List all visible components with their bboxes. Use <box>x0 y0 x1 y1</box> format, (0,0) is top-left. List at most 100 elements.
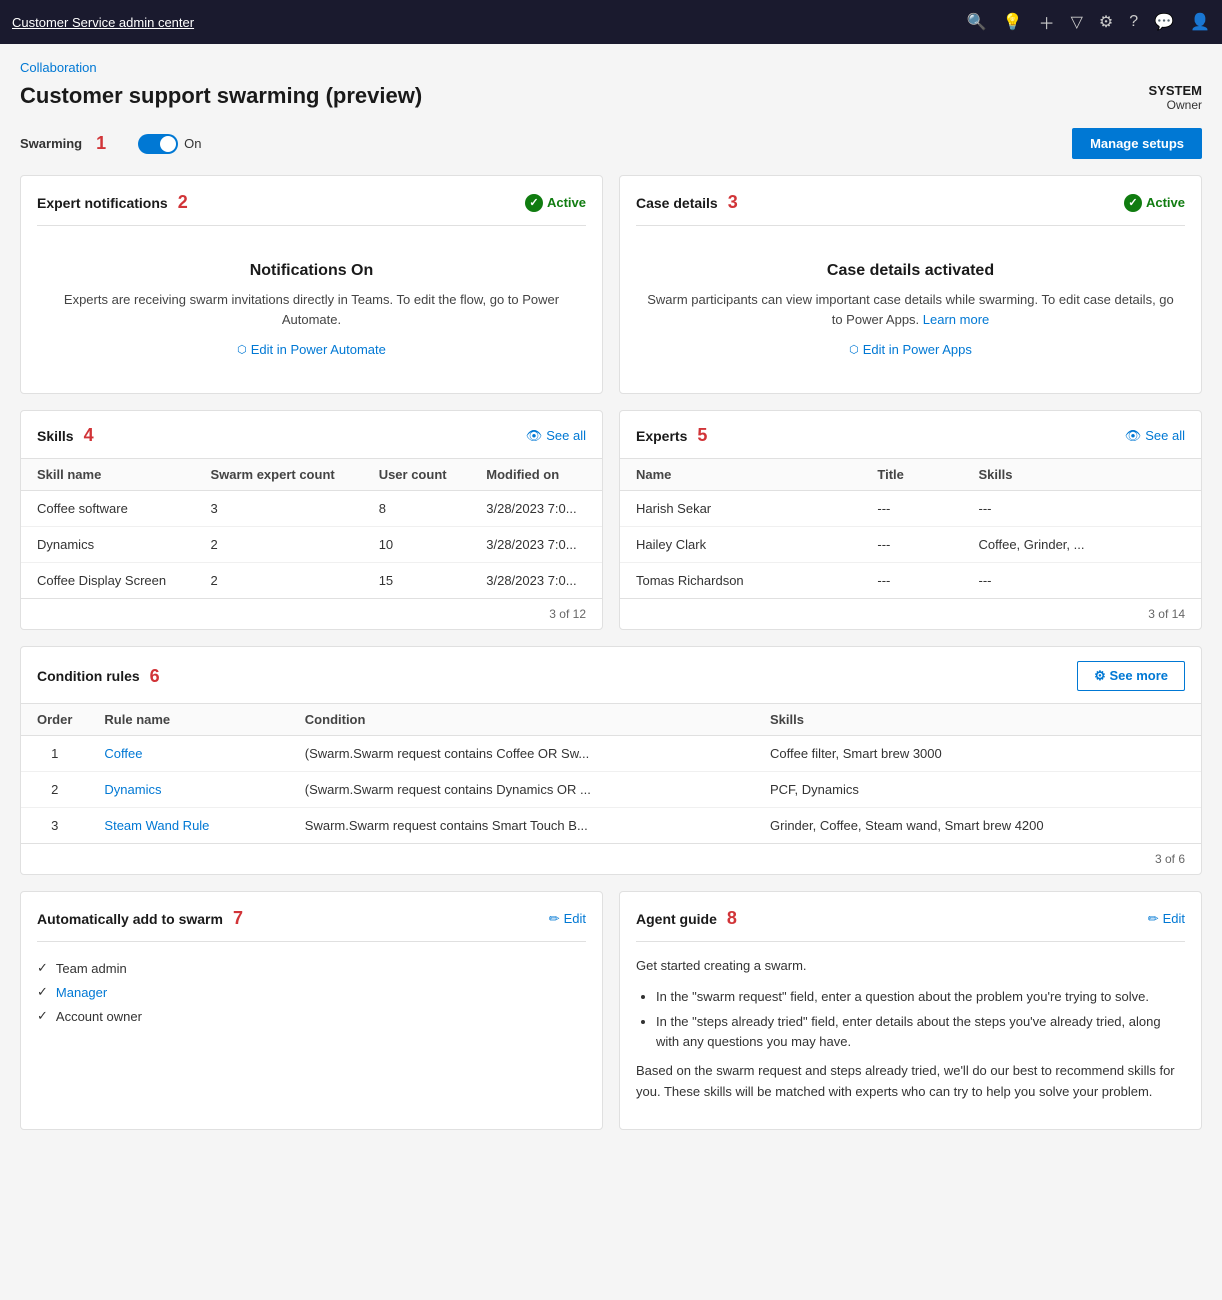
swarm-expert-count-header: Swarm expert count <box>194 459 362 491</box>
modified-on-cell: 3/28/2023 7:0... <box>470 527 602 563</box>
manager-link[interactable]: Manager <box>56 985 107 1000</box>
case-details-title: Case details 3 <box>636 192 738 213</box>
condition-rules-card: Condition rules 6 ⚙ See more Order Rule … <box>20 646 1202 875</box>
swarming-row: Swarming 1 On Manage setups <box>20 128 1202 159</box>
agent-guide-edit-link[interactable]: ✏ Edit <box>1148 911 1185 927</box>
condition-rules-header: Condition rules 6 ⚙ See more <box>21 647 1201 704</box>
modified-on-header: Modified on <box>470 459 602 491</box>
condition-rules-title: Condition rules 6 <box>37 666 160 687</box>
filter-icon[interactable]: ▽ <box>1071 12 1083 32</box>
rule-name-link[interactable]: Steam Wand Rule <box>104 818 209 833</box>
experts-header: Experts 5 👁 See all <box>620 411 1201 459</box>
lightbulb-icon[interactable]: 💡 <box>1003 12 1023 32</box>
system-owner: SYSTEM Owner <box>1149 83 1202 112</box>
chat-icon[interactable]: 💬 <box>1154 12 1174 32</box>
rule-condition-cell: (Swarm.Swarm request contains Dynamics O… <box>289 772 754 808</box>
rule-order-cell: 2 <box>21 772 88 808</box>
condition-rules-table: Order Rule name Condition Skills 1 Coffe… <box>21 704 1201 843</box>
swarming-toggle[interactable] <box>138 134 178 154</box>
rule-name-cell[interactable]: Steam Wand Rule <box>88 808 288 844</box>
settings-icon[interactable]: ⚙ <box>1099 12 1113 32</box>
table-row: Harish Sekar --- --- <box>620 491 1201 527</box>
manage-setups-button[interactable]: Manage setups <box>1072 128 1202 159</box>
auto-add-item-team-admin: ✓ Team admin <box>37 956 586 980</box>
skill-name-cell: Coffee software <box>21 491 194 527</box>
auto-add-item-account-owner: ✓ Account owner <box>37 1004 586 1028</box>
app-title[interactable]: Customer Service admin center <box>12 15 959 30</box>
table-row: 3 Steam Wand Rule Swarm.Swarm request co… <box>21 808 1201 844</box>
case-details-card: Case details 3 ✓ Active Case details act… <box>619 175 1202 394</box>
rule-order-cell: 1 <box>21 736 88 772</box>
expert-title-cell: --- <box>861 563 962 599</box>
agent-guide-card: Agent guide 8 ✏ Edit Get started creatin… <box>619 891 1202 1130</box>
help-icon[interactable]: ? <box>1129 13 1138 31</box>
edit-power-automate-link[interactable]: ⬡ Edit in Power Automate <box>237 342 386 357</box>
case-details-step: 3 <box>728 192 738 213</box>
modified-on-cell: 3/28/2023 7:0... <box>470 563 602 599</box>
name-header: Name <box>620 459 861 491</box>
skill-name-cell: Coffee Display Screen <box>21 563 194 599</box>
system-label: SYSTEM <box>1149 83 1202 98</box>
agent-guide-header: Agent guide 8 ✏ Edit <box>636 908 1185 942</box>
condition-rules-step: 6 <box>150 666 160 687</box>
active-check-icon: ✓ <box>525 194 543 212</box>
auto-add-header: Automatically add to swarm 7 ✏ Edit <box>37 908 586 942</box>
rule-skills-cell: PCF, Dynamics <box>754 772 1201 808</box>
expert-name-cell: Hailey Clark <box>620 527 861 563</box>
top-navigation: Customer Service admin center 🔍 💡 ＋ ▽ ⚙ … <box>0 0 1222 44</box>
skills-step: 4 <box>84 425 94 446</box>
bottom-cards-grid: Automatically add to swarm 7 ✏ Edit ✓ Te… <box>20 891 1202 1130</box>
edit-power-apps-link[interactable]: ⬡ Edit in Power Apps <box>849 342 972 357</box>
skills-col-header: Skills <box>754 704 1201 736</box>
agent-guide-step: 8 <box>727 908 737 929</box>
pencil-icon-2: ✏ <box>1148 911 1159 927</box>
skill-name-cell: Dynamics <box>21 527 194 563</box>
experts-step: 5 <box>697 425 707 446</box>
swarming-label-group: Swarming 1 <box>20 133 106 154</box>
add-icon[interactable]: ＋ <box>1039 10 1055 34</box>
skills-header: Skills <box>962 459 1201 491</box>
skills-header: Skills 4 👁 See all <box>21 411 602 459</box>
swarming-step: 1 <box>96 133 106 154</box>
table-row: Dynamics 2 10 3/28/2023 7:0... <box>21 527 602 563</box>
auto-add-edit-link[interactable]: ✏ Edit <box>549 911 586 927</box>
experts-title: Experts 5 <box>636 425 707 446</box>
condition-rules-header-row: Order Rule name Condition Skills <box>21 704 1201 736</box>
learn-more-link[interactable]: Learn more <box>923 312 989 327</box>
rule-name-link[interactable]: Coffee <box>104 746 142 761</box>
skills-table-body: Coffee software 3 8 3/28/2023 7:0... Dyn… <box>21 491 602 599</box>
user-count-header: User count <box>363 459 471 491</box>
rule-name-cell[interactable]: Dynamics <box>88 772 288 808</box>
skills-table: Skill name Swarm expert count User count… <box>21 459 602 598</box>
notifications-description: Experts are receiving swarm invitations … <box>47 290 576 329</box>
expert-notifications-step: 2 <box>178 192 188 213</box>
rule-name-link[interactable]: Dynamics <box>104 782 161 797</box>
auto-add-list: ✓ Team admin ✓ Manager ✓ Account owner <box>37 956 586 1028</box>
expert-skills-cell: Coffee, Grinder, ... <box>962 527 1201 563</box>
skills-table-header-row: Skill name Swarm expert count User count… <box>21 459 602 491</box>
condition-rules-see-more-button[interactable]: ⚙ See more <box>1077 661 1185 691</box>
experts-card: Experts 5 👁 See all Name Title Skills <box>619 410 1202 630</box>
agent-guide-intro: Get started creating a swarm. <box>636 956 1185 977</box>
search-icon[interactable]: 🔍 <box>967 12 987 32</box>
pencil-icon: ✏ <box>549 911 560 927</box>
user-count-cell: 15 <box>363 563 471 599</box>
user-count-cell: 8 <box>363 491 471 527</box>
auto-add-item-manager: ✓ Manager <box>37 980 586 1004</box>
gear-icon: ⚙ <box>1094 668 1106 683</box>
top-cards-grid: Expert notifications 2 ✓ Active Notifica… <box>20 175 1202 394</box>
table-row: Hailey Clark --- Coffee, Grinder, ... <box>620 527 1201 563</box>
experts-see-all-link[interactable]: 👁 See all <box>1125 428 1185 444</box>
user-icon[interactable]: 👤 <box>1190 12 1210 32</box>
list-item: In the "swarm request" field, enter a qu… <box>656 987 1185 1007</box>
case-details-header: Case details 3 ✓ Active <box>636 192 1185 226</box>
breadcrumb[interactable]: Collaboration <box>20 60 1202 75</box>
swarm-expert-count-cell: 3 <box>194 491 362 527</box>
skills-see-all-link[interactable]: 👁 See all <box>526 428 586 444</box>
table-row: 1 Coffee (Swarm.Swarm request contains C… <box>21 736 1201 772</box>
checkmark-icon-3: ✓ <box>37 1008 48 1024</box>
experts-table: Name Title Skills Harish Sekar --- --- H… <box>620 459 1201 598</box>
eye-icon: 👁 <box>526 428 543 444</box>
case-details-active-badge: ✓ Active <box>1124 194 1185 212</box>
rule-name-cell[interactable]: Coffee <box>88 736 288 772</box>
